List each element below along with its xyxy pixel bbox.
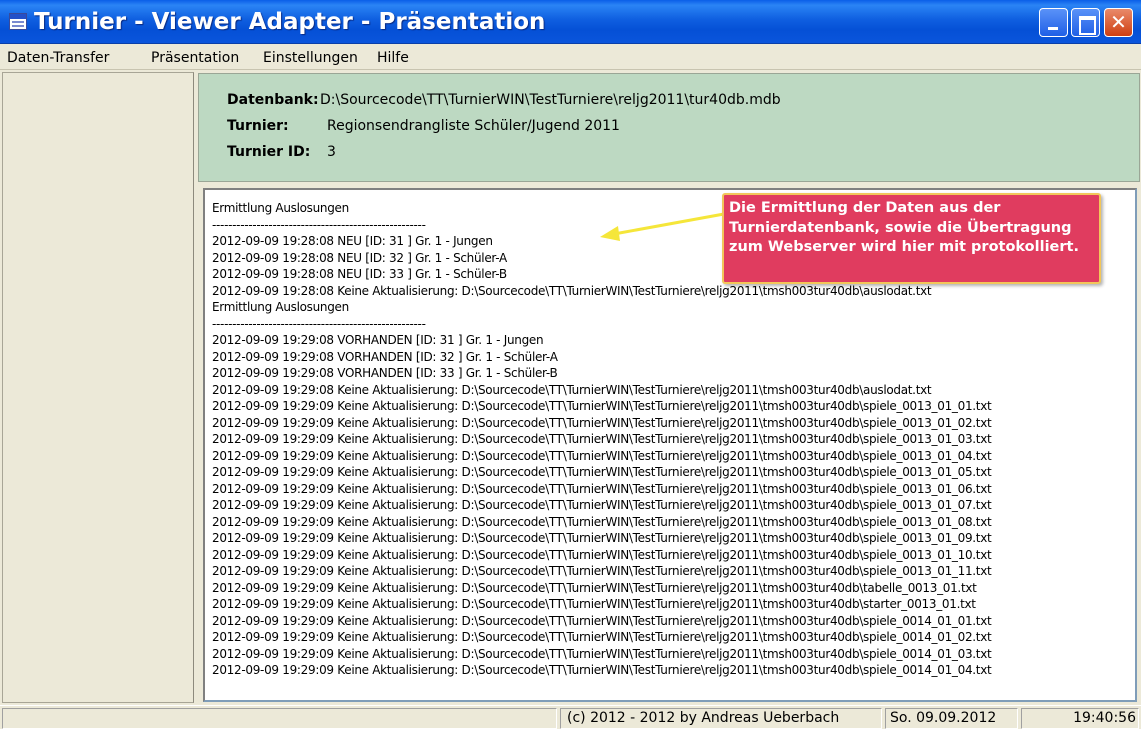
log-line: 2012-09-09 19:29:08 Keine Aktualisierung… [212,382,932,397]
database-label: Datenbank: [227,92,319,108]
log-line: 2012-09-09 19:29:09 Keine Aktualisierung… [212,663,992,677]
close-button[interactable]: ✕ [1104,8,1133,37]
log-line: 2012-09-09 19:28:08 Keine Aktualisierung… [212,283,932,298]
menu-einstellungen[interactable]: Einstellungen [263,50,358,66]
menu-bar: Daten-Transfer Präsentation Einstellunge… [0,44,1141,70]
status-bar: (c) 2012 - 2012 by Andreas Ueberbach So.… [0,705,1141,729]
status-time: 19:40:56 [1021,708,1139,729]
log-line: 2012-09-09 19:29:09 Keine Aktualisierung… [212,514,992,529]
log-line: 2012-09-09 19:29:09 Keine Aktualisierung… [212,630,992,644]
window-title: Turnier - Viewer Adapter - Präsentation [34,9,546,35]
status-date: So. 09.09.2012 [885,708,1018,729]
minimize-icon [1040,9,1067,36]
minimize-button[interactable] [1039,8,1068,37]
log-line: 2012-09-09 19:29:09 Keine Aktualisierung… [212,498,992,512]
log-line: 2012-09-09 19:29:09 Keine Aktualisierung… [212,448,992,463]
log-line: 2012-09-09 19:29:09 Keine Aktualisierung… [212,580,977,595]
log-line: 2012-09-09 19:29:09 Keine Aktualisierung… [212,432,992,446]
log-line: 2012-09-09 19:29:09 Keine Aktualisierung… [212,399,992,413]
log-line: 2012-09-09 19:29:08 VORHANDEN [ID: 31 ] … [212,333,544,347]
status-copyright: (c) 2012 - 2012 by Andreas Ueberbach [560,708,882,729]
turnier-name: Regionsendrangliste Schüler/Jugend 2011 [327,118,620,134]
menu-hilfe[interactable]: Hilfe [377,50,409,66]
annotation-callout: Die Ermittlung der Daten aus der Turnier… [722,193,1101,284]
callout-arrow-icon [600,212,725,241]
info-panel: Datenbank: D:\Sourcecode\TT\TurnierWIN\T… [198,73,1140,182]
log-line: 2012-09-09 19:29:09 Keine Aktualisierung… [212,481,992,496]
log-line: 2012-09-09 19:29:09 Keine Aktualisierung… [212,531,992,545]
log-line: 2012-09-09 19:29:09 Keine Aktualisierung… [212,613,992,628]
log-line: ----------------------------------------… [212,316,426,331]
turnier-id-label: Turnier ID: [227,144,311,160]
status-panel-empty [2,708,557,729]
log-line: 2012-09-09 19:29:09 Keine Aktualisierung… [212,646,992,661]
log-line: 2012-09-09 19:29:09 Keine Aktualisierung… [212,564,992,578]
turnier-id-value: 3 [327,144,336,160]
title-bar[interactable]: Turnier - Viewer Adapter - Präsentation … [0,0,1141,44]
log-line: 2012-09-09 19:29:08 VORHANDEN [ID: 33 ] … [212,366,558,380]
log-line: 2012-09-09 19:29:09 Keine Aktualisierung… [212,465,992,479]
log-line: 2012-09-09 19:29:09 Keine Aktualisierung… [212,547,992,562]
log-line: 2012-09-09 19:29:09 Keine Aktualisierung… [212,415,992,430]
app-window-icon[interactable] [9,13,27,30]
maximize-button[interactable] [1071,8,1100,37]
log-line: 2012-09-09 19:29:09 Keine Aktualisierung… [212,597,976,611]
menu-praesentation[interactable]: Präsentation [151,50,239,66]
log-line: 2012-09-09 19:29:08 VORHANDEN [ID: 32 ] … [212,349,558,364]
database-path: D:\Sourcecode\TT\TurnierWIN\TestTurniere… [320,92,781,108]
turnier-label: Turnier: [227,118,289,134]
left-panel [2,72,194,703]
maximize-icon [1072,9,1099,36]
log-line: Ermittlung Auslosungen [212,300,349,314]
menu-daten-transfer[interactable]: Daten-Transfer [7,50,109,66]
close-icon: ✕ [1110,10,1127,34]
